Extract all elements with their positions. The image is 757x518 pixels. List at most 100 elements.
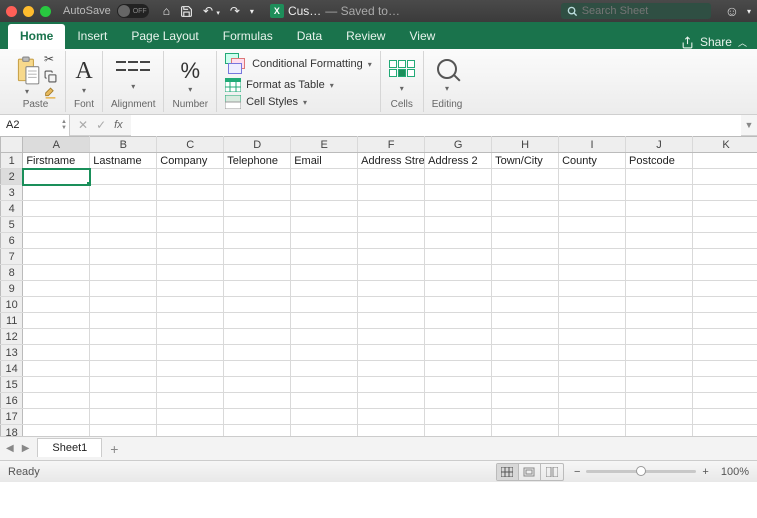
- cell-H5[interactable]: [492, 217, 559, 233]
- cell-B4[interactable]: [90, 201, 157, 217]
- tab-formulas[interactable]: Formulas: [211, 24, 285, 49]
- cell-F17[interactable]: [358, 409, 425, 425]
- cell-C3[interactable]: [157, 185, 224, 201]
- row-header-13[interactable]: 13: [1, 345, 23, 361]
- view-page-break-icon[interactable]: [541, 464, 563, 480]
- cell-I7[interactable]: [559, 249, 626, 265]
- column-header-G[interactable]: G: [425, 137, 492, 153]
- cancel-formula-icon[interactable]: ✕: [78, 118, 88, 132]
- cell-F1[interactable]: Address Street: [358, 153, 425, 169]
- cell-G13[interactable]: [425, 345, 492, 361]
- row-header-16[interactable]: 16: [1, 393, 23, 409]
- cell-J12[interactable]: [626, 329, 693, 345]
- cell-E2[interactable]: [291, 169, 358, 185]
- cell-A14[interactable]: [23, 361, 90, 377]
- row-header-7[interactable]: 7: [1, 249, 23, 265]
- cell-B11[interactable]: [90, 313, 157, 329]
- cell-D2[interactable]: [224, 169, 291, 185]
- conditional-formatting-button[interactable]: Conditional Formatting▾: [225, 53, 372, 75]
- cell-K10[interactable]: [693, 297, 757, 313]
- cell-C18[interactable]: [157, 425, 224, 437]
- tab-data[interactable]: Data: [285, 24, 334, 49]
- cell-B9[interactable]: [90, 281, 157, 297]
- cell-G15[interactable]: [425, 377, 492, 393]
- row-header-1[interactable]: 1: [1, 153, 23, 169]
- cell-J2[interactable]: [626, 169, 693, 185]
- cell-E16[interactable]: [291, 393, 358, 409]
- cell-I5[interactable]: [559, 217, 626, 233]
- cell-G6[interactable]: [425, 233, 492, 249]
- cell-K8[interactable]: [693, 265, 757, 281]
- cell-F2[interactable]: [358, 169, 425, 185]
- cell-E1[interactable]: Email: [291, 153, 358, 169]
- cell-J18[interactable]: [626, 425, 693, 437]
- cell-H8[interactable]: [492, 265, 559, 281]
- cell-B13[interactable]: [90, 345, 157, 361]
- search-sheet-input[interactable]: [582, 5, 692, 17]
- cell-J6[interactable]: [626, 233, 693, 249]
- cell-A12[interactable]: [23, 329, 90, 345]
- cell-A5[interactable]: [23, 217, 90, 233]
- cell-G16[interactable]: [425, 393, 492, 409]
- cell-F16[interactable]: [358, 393, 425, 409]
- column-header-D[interactable]: D: [224, 137, 291, 153]
- cell-C12[interactable]: [157, 329, 224, 345]
- cell-F7[interactable]: [358, 249, 425, 265]
- cell-H9[interactable]: [492, 281, 559, 297]
- cell-I16[interactable]: [559, 393, 626, 409]
- cell-E4[interactable]: [291, 201, 358, 217]
- column-header-A[interactable]: A: [23, 137, 90, 153]
- cell-E8[interactable]: [291, 265, 358, 281]
- cell-D15[interactable]: [224, 377, 291, 393]
- cell-G2[interactable]: [425, 169, 492, 185]
- cell-J5[interactable]: [626, 217, 693, 233]
- cell-I12[interactable]: [559, 329, 626, 345]
- copy-icon[interactable]: [44, 70, 57, 83]
- cell-I2[interactable]: [559, 169, 626, 185]
- cell-I10[interactable]: [559, 297, 626, 313]
- cell-D12[interactable]: [224, 329, 291, 345]
- cell-A11[interactable]: [23, 313, 90, 329]
- cell-C5[interactable]: [157, 217, 224, 233]
- spreadsheet-grid[interactable]: ABCDEFGHIJK1FirstnameLastnameCompanyTele…: [0, 136, 757, 436]
- qat-customize-icon[interactable]: ▾: [250, 7, 254, 16]
- row-header-4[interactable]: 4: [1, 201, 23, 217]
- tab-insert[interactable]: Insert: [65, 24, 119, 49]
- cell-K13[interactable]: [693, 345, 757, 361]
- cell-C4[interactable]: [157, 201, 224, 217]
- cell-J13[interactable]: [626, 345, 693, 361]
- cell-J17[interactable]: [626, 409, 693, 425]
- row-header-10[interactable]: 10: [1, 297, 23, 313]
- cell-B6[interactable]: [90, 233, 157, 249]
- cell-A15[interactable]: [23, 377, 90, 393]
- window-minimize-icon[interactable]: [23, 6, 34, 17]
- cell-H11[interactable]: [492, 313, 559, 329]
- cell-K4[interactable]: [693, 201, 757, 217]
- cell-E17[interactable]: [291, 409, 358, 425]
- cell-J16[interactable]: [626, 393, 693, 409]
- cell-B15[interactable]: [90, 377, 157, 393]
- redo-icon[interactable]: ↷: [230, 4, 240, 18]
- cell-A13[interactable]: [23, 345, 90, 361]
- paste-button[interactable]: ▾: [14, 56, 40, 96]
- cell-D1[interactable]: Telephone: [224, 153, 291, 169]
- cell-K5[interactable]: [693, 217, 757, 233]
- cell-E9[interactable]: [291, 281, 358, 297]
- share-button[interactable]: Share: [700, 35, 732, 49]
- cell-H10[interactable]: [492, 297, 559, 313]
- cell-F12[interactable]: [358, 329, 425, 345]
- row-header-11[interactable]: 11: [1, 313, 23, 329]
- cell-B1[interactable]: Lastname: [90, 153, 157, 169]
- cell-J14[interactable]: [626, 361, 693, 377]
- cell-K2[interactable]: [693, 169, 757, 185]
- cell-G18[interactable]: [425, 425, 492, 437]
- cell-J10[interactable]: [626, 297, 693, 313]
- cell-E10[interactable]: [291, 297, 358, 313]
- cell-F11[interactable]: [358, 313, 425, 329]
- cell-B12[interactable]: [90, 329, 157, 345]
- cell-B3[interactable]: [90, 185, 157, 201]
- cell-I4[interactable]: [559, 201, 626, 217]
- cell-D11[interactable]: [224, 313, 291, 329]
- cell-D14[interactable]: [224, 361, 291, 377]
- column-header-B[interactable]: B: [90, 137, 157, 153]
